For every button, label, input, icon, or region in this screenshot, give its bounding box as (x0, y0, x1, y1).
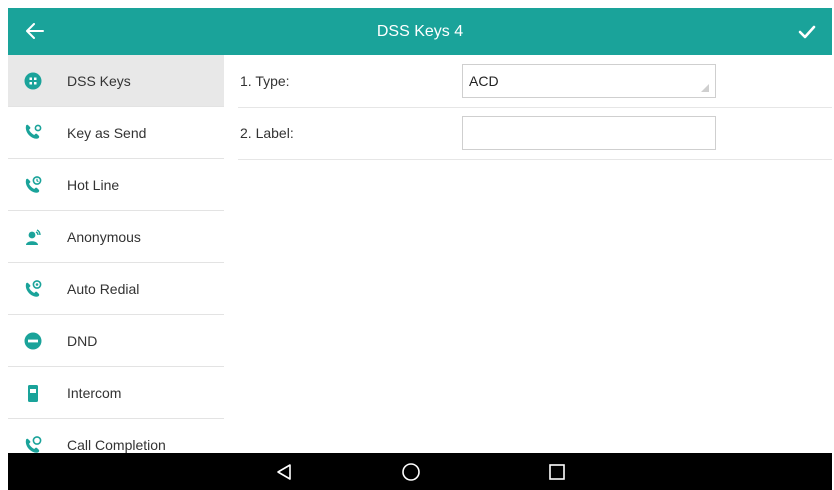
label-label: 2. Label: (240, 125, 294, 141)
label-row: 2. Label: (238, 107, 832, 160)
sidebar-item-anonymous[interactable]: Anonymous (8, 211, 224, 263)
sidebar-item-dnd[interactable]: DND (8, 315, 224, 367)
intercom-icon (23, 383, 43, 403)
sidebar-item-hot-line[interactable]: Hot Line (8, 159, 224, 211)
header-bar: DSS Keys 4 (8, 8, 832, 55)
label-input[interactable] (462, 116, 716, 150)
sidebar-item-label: Key as Send (67, 124, 147, 141)
sidebar-item-label: Intercom (67, 384, 122, 401)
system-nav-bar (8, 453, 832, 490)
sidebar-item-auto-redial[interactable]: Auto Redial (8, 263, 224, 315)
sidebar-item-label: Call Completion (67, 436, 166, 453)
screen: DSS Keys 4 DSS Keys Key as Send Hot Line… (8, 8, 832, 490)
type-value: ACD (469, 73, 499, 89)
dropdown-corner-icon (701, 84, 709, 92)
nav-back-icon[interactable] (271, 459, 297, 485)
checkmark-icon[interactable] (794, 19, 820, 45)
sidebar-item-intercom[interactable]: Intercom (8, 367, 224, 419)
sidebar-item-label: Hot Line (67, 176, 120, 193)
type-row: 1. Type: ACD (238, 55, 832, 108)
dnd-icon (23, 331, 43, 351)
dss-keys-icon (23, 71, 43, 91)
settings-panel: 1. Type: ACD 2. Label: (224, 55, 832, 453)
call-completion-icon (23, 435, 43, 454)
anonymous-icon (23, 227, 43, 247)
auto-redial-icon (23, 279, 43, 299)
type-select[interactable]: ACD (462, 64, 716, 98)
nav-home-icon[interactable] (398, 459, 424, 485)
nav-recents-icon[interactable] (544, 459, 570, 485)
type-label: 1. Type: (240, 73, 290, 89)
sidebar-item-label: Anonymous (67, 228, 141, 245)
sidebar-item-call-completion[interactable]: Call Completion (8, 419, 224, 453)
sidebar-item-label: DND (67, 332, 98, 349)
sidebar-item-key-as-send[interactable]: Key as Send (8, 107, 224, 159)
sidebar-item-dss-keys[interactable]: DSS Keys (8, 55, 224, 107)
sidebar: DSS Keys Key as Send Hot Line Anonymous … (8, 55, 225, 453)
hot-line-icon (23, 175, 43, 195)
page-title: DSS Keys 4 (376, 23, 464, 40)
sidebar-item-label: Auto Redial (67, 280, 140, 297)
sidebar-item-label: DSS Keys (67, 72, 131, 89)
key-as-send-icon (23, 123, 43, 143)
